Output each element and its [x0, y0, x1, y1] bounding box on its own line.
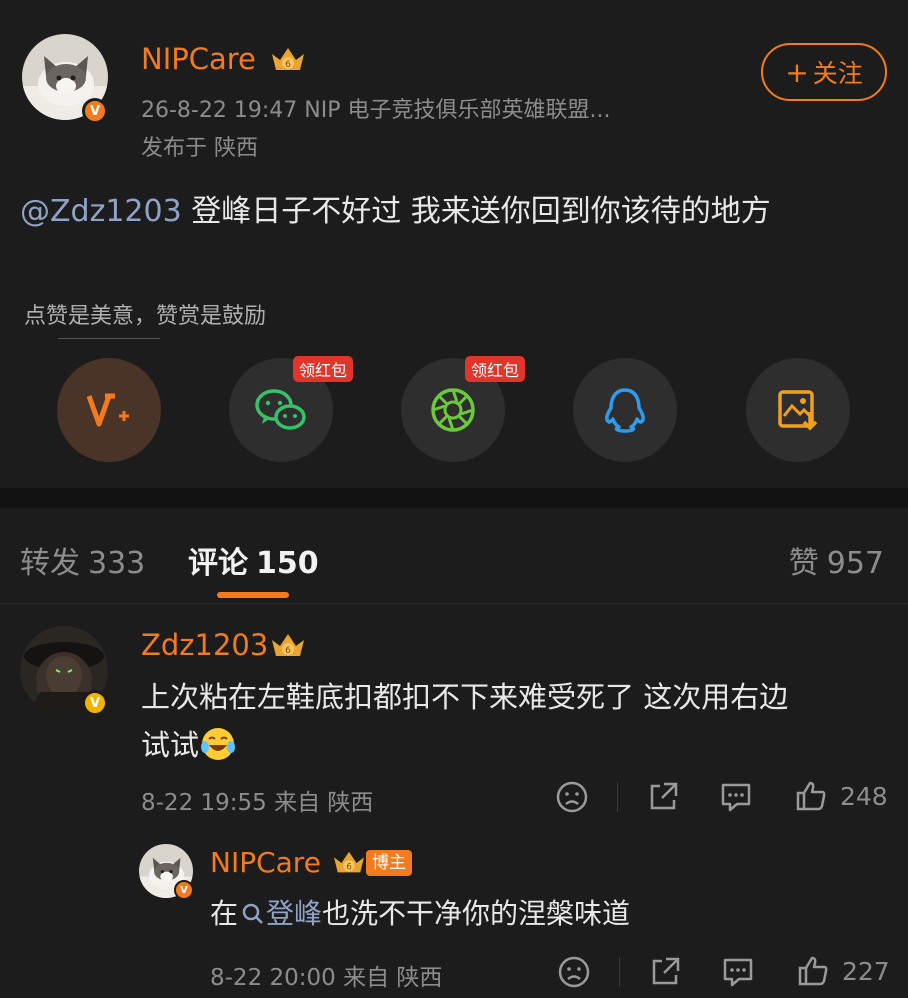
tab-comment-label: 评论: [188, 546, 248, 581]
reply-like-count: 227: [842, 957, 890, 986]
post-location: 发布于 陕西: [141, 136, 258, 161]
laugh-cry-emoji-icon: [201, 728, 236, 760]
reply-meta: 8-22 20:00 来自 陕西: [210, 965, 443, 991]
action-divider: [617, 782, 618, 812]
svg-text:6: 6: [285, 646, 291, 656]
reward-tip: 点赞是美意，赞赏是鼓励: [24, 304, 267, 329]
weibo-post: V NIPCare 6 26-8-22 19:47 NIP 电子竞技俱乐部英雄联…: [0, 0, 908, 488]
dislike-face-icon[interactable]: [557, 955, 591, 989]
action-divider: [619, 957, 620, 987]
tab-repost-label: 转发: [20, 546, 80, 581]
post-text: @Zdz1203 登峰日子不好过 我来送你回到你该待的地方: [20, 186, 771, 230]
qq-icon: [605, 388, 645, 433]
crown-badge-icon: 6: [334, 851, 364, 873]
follow-button[interactable]: + 关注: [761, 43, 887, 101]
interaction-tabs: 转发 333 评论 150 赞 957: [0, 508, 908, 604]
svg-text:6: 6: [285, 60, 291, 70]
tab-comment[interactable]: 评论 150: [188, 538, 319, 582]
reply-author-name[interactable]: NIPCare: [210, 846, 321, 879]
post-author-name[interactable]: NIPCare: [141, 42, 256, 76]
follow-label: 关注: [812, 59, 863, 88]
moments-redpacket-badge: 领红包: [465, 356, 526, 382]
blogger-tag: 博主: [366, 850, 412, 876]
comment-author-name[interactable]: Zdz1203: [141, 628, 268, 662]
tab-repost-count: 333: [88, 546, 146, 581]
like-thumb-icon[interactable]: [796, 954, 830, 988]
share-icon[interactable]: [648, 955, 682, 989]
share-qq-button[interactable]: [573, 358, 677, 462]
topic-link[interactable]: 登峰: [238, 897, 322, 930]
save-image-button[interactable]: [746, 358, 850, 462]
tip-pointer: [58, 338, 160, 339]
comment-like-count: 248: [840, 782, 888, 811]
comment-icon[interactable]: [719, 780, 753, 814]
active-tab-indicator: [217, 592, 289, 598]
section-gap: [0, 488, 908, 508]
crown-badge-icon: 6: [272, 634, 304, 656]
comment-text-line2: 试试: [141, 728, 200, 762]
post-meta: 26-8-22 19:47 NIP 电子竞技俱乐部英雄联盟...: [141, 98, 611, 123]
reward-button[interactable]: [57, 358, 161, 462]
wechat-icon: [255, 389, 306, 430]
reply-suffix: 也洗不干净你的涅槃味道: [322, 897, 631, 930]
like-thumb-icon[interactable]: [794, 779, 828, 813]
comment-icon[interactable]: [721, 955, 755, 989]
comment-text-line1: 上次粘在左鞋底扣都扣不下来难受死了 这次用右边: [141, 680, 789, 714]
moments-icon: [431, 388, 475, 432]
share-icon[interactable]: [646, 780, 680, 814]
verified-badge-icon: V: [82, 690, 108, 716]
tab-repost[interactable]: 转发 333: [20, 538, 145, 582]
reply-prefix: 在: [210, 897, 239, 930]
tab-like-count: 957: [826, 546, 884, 581]
comment-meta: 8-22 19:55 来自 陕西: [141, 790, 374, 816]
plus-icon: +: [785, 55, 809, 89]
reward-v-plus-icon: [86, 393, 129, 427]
crown-badge-icon: 6: [272, 48, 304, 70]
search-icon: [242, 903, 263, 924]
tab-comment-count: 150: [256, 546, 319, 581]
topic-text: 登峰: [266, 897, 323, 930]
post-body: 登峰日子不好过 我来送你回到你该待的地方: [181, 194, 771, 229]
comment-text-line2-wrap: 试试: [141, 721, 788, 769]
mention-link[interactable]: @Zdz1203: [20, 194, 182, 229]
verified-badge-icon: V: [82, 98, 108, 124]
svg-text:6: 6: [346, 862, 351, 872]
wechat-redpacket-badge: 领红包: [293, 356, 354, 382]
verified-badge-icon: V: [174, 880, 194, 900]
tab-like[interactable]: 赞 957: [789, 538, 884, 582]
reply-text: 在登峰也洗不干净你的涅槃味道: [210, 890, 630, 938]
dislike-face-icon[interactable]: [555, 780, 589, 814]
comment-text: 上次粘在左鞋底扣都扣不下来难受死了 这次用右边 试试: [141, 673, 788, 769]
tab-like-label: 赞: [788, 546, 819, 581]
save-image-icon: [778, 390, 818, 431]
